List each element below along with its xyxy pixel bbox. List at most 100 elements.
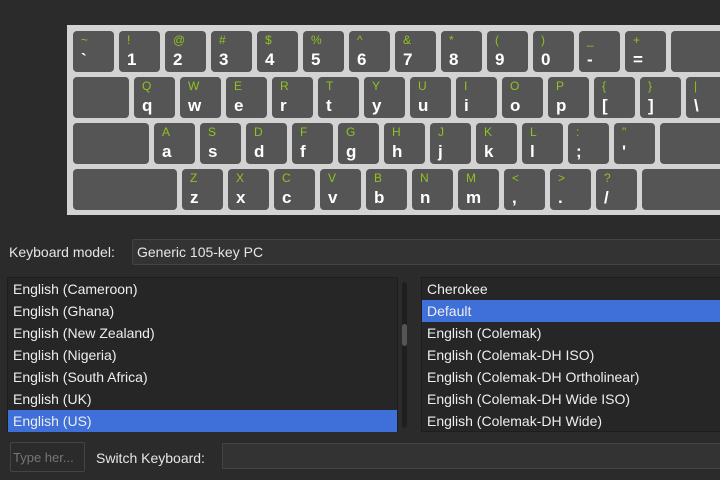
key-shift-label: @ [173, 33, 186, 47]
list-item[interactable]: English (Ghana) [8, 300, 397, 322]
key-label: g [346, 142, 357, 161]
key: * 8 [441, 31, 482, 72]
list-item[interactable]: English (New Zealand) [8, 322, 397, 344]
key: Kk [476, 123, 517, 164]
list-item[interactable]: English (Colemak) [422, 322, 720, 344]
test-input[interactable] [10, 442, 85, 472]
modifier-key [642, 169, 720, 210]
key-label: u [418, 96, 429, 115]
key: + = [625, 31, 666, 72]
key: Aa [154, 123, 195, 164]
key: Ff [292, 123, 333, 164]
key-shift-label: < [512, 171, 520, 185]
key-shift-label: $ [265, 33, 272, 47]
key: Pp [548, 77, 589, 118]
key: % 5 [303, 31, 344, 72]
key-shift-label: M [466, 171, 476, 185]
key-shift-label: _ [587, 33, 594, 47]
key-shift-label: O [510, 79, 520, 93]
key: $4 [257, 31, 298, 72]
key: Xx [228, 169, 269, 210]
key-shift-label: : [576, 125, 580, 139]
key-label: 7 [403, 50, 413, 69]
key: Ee [226, 77, 267, 118]
key-label: / [604, 188, 609, 207]
key: Uu [410, 77, 451, 118]
list-item[interactable]: English (South Africa) [8, 366, 397, 388]
key-label: y [372, 96, 382, 115]
key: Oo [502, 77, 543, 118]
list-item[interactable]: English (US) [8, 410, 397, 432]
list-item[interactable]: English (Colemak-DH ISO) [422, 344, 720, 366]
key: Tt [318, 77, 359, 118]
list-item[interactable]: English (Colemak-DH Wide ISO) [422, 388, 720, 410]
key-label: ' [622, 142, 627, 161]
list-item[interactable]: English (Nigeria) [8, 344, 397, 366]
key-label: = [633, 50, 643, 69]
key: " ' [614, 123, 655, 164]
key-shift-label: T [326, 79, 334, 93]
layout-list[interactable]: English (Cameroon) English (Ghana) English… [7, 277, 398, 432]
keyboard-model-combo[interactable]: Generic 105-key PC [132, 239, 720, 265]
key-label: b [374, 188, 385, 207]
key-label: o [510, 96, 521, 115]
key-shift-label: ? [604, 171, 611, 185]
key: (9 [487, 31, 528, 72]
key: | \ [686, 77, 720, 118]
list-item[interactable]: English (Colemak-DH Wide) [422, 410, 720, 432]
key: Dd [246, 123, 287, 164]
key-shift-label: # [219, 33, 226, 47]
key: Bb [366, 169, 407, 210]
key-label: 5 [311, 50, 321, 69]
variant-list[interactable]: Cherokee Default English (Colemak) English … [421, 277, 720, 432]
list-item[interactable]: English (Colemak-DH Ortholinear) [422, 366, 720, 388]
key-label: ; [576, 142, 582, 161]
key-label: 1 [127, 50, 137, 69]
key-label: z [190, 188, 199, 207]
key-label: w [188, 96, 202, 115]
key: Mm [458, 169, 499, 210]
keyboard-preview: ~ `! 1 @2 #3 $4% 5 ^ 6 & 7 * 8(9) 0 _ - + = Qq Ww Ee Rr Tt Yy Uu… [67, 25, 720, 215]
key: Ii [456, 77, 497, 118]
key-label: 6 [357, 50, 367, 69]
key-label: ` [81, 50, 87, 69]
key-label: 8 [449, 50, 459, 69]
key-label: f [300, 142, 306, 161]
key-shift-label: ^ [357, 33, 363, 47]
key-shift-label: ~ [81, 33, 89, 47]
key-shift-label: % [311, 33, 322, 47]
list-item[interactable]: Default [422, 300, 720, 322]
key-shift-label: } [648, 79, 653, 93]
key: Nn [412, 169, 453, 210]
key-shift-label: Q [142, 79, 152, 93]
key: ~ ` [73, 31, 114, 72]
key-label: a [162, 142, 172, 161]
key-label: - [587, 50, 593, 69]
layout-scrollbar[interactable] [402, 282, 407, 428]
key-shift-label: * [449, 33, 454, 47]
list-item[interactable]: English (UK) [8, 388, 397, 410]
key: Rr [272, 77, 313, 118]
switch-keyboard-label: Switch Keyboard: [96, 450, 205, 466]
key-shift-label: C [282, 171, 291, 185]
key-label: 2 [173, 50, 183, 69]
list-item[interactable]: English (Cameroon) [8, 278, 397, 300]
key-label: x [236, 188, 246, 207]
modifier-key [660, 123, 720, 164]
key-label: . [558, 188, 563, 207]
scrollbar-thumb[interactable] [402, 324, 407, 346]
key-shift-label: { [602, 79, 607, 93]
key: Yy [364, 77, 405, 118]
switch-keyboard-combo[interactable] [222, 443, 720, 469]
key-shift-label: & [403, 33, 412, 47]
key: <, [504, 169, 545, 210]
key-shift-label: " [622, 125, 627, 139]
key-label: s [208, 142, 218, 161]
key-label: [ [602, 96, 608, 115]
key-shift-label: ! [127, 33, 131, 47]
key-label: l [530, 142, 535, 161]
list-item[interactable]: Cherokee [422, 278, 720, 300]
key-label: \ [694, 96, 699, 115]
key-label: h [392, 142, 403, 161]
key-shift-label: J [438, 125, 444, 139]
